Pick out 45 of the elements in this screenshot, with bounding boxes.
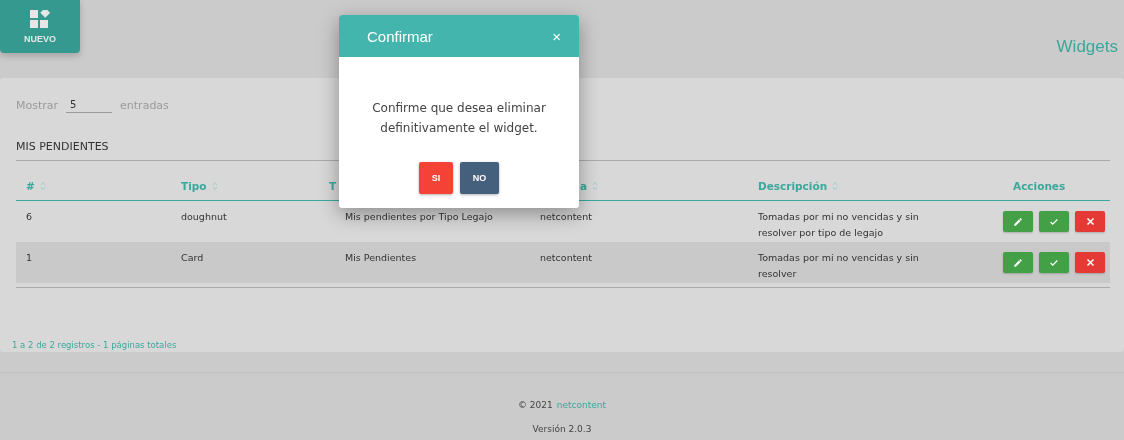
- edit-button[interactable]: [1003, 211, 1033, 232]
- version-text: Versión 2.0.3: [532, 424, 592, 434]
- entries-label: entradas: [120, 98, 169, 112]
- sort-icon: [832, 181, 839, 191]
- delete-button[interactable]: [1075, 211, 1105, 232]
- edit-button[interactable]: [1003, 252, 1033, 273]
- table-cell-text: netcontent: [539, 210, 593, 224]
- table-cell: 1: [16, 242, 171, 283]
- dialog-title: Confirmar: [367, 27, 433, 45]
- table-cell: Card: [171, 242, 329, 283]
- sort-icon: [39, 181, 46, 191]
- confirm-button[interactable]: [1039, 211, 1069, 232]
- pencil-icon: [1013, 216, 1023, 227]
- column-header[interactable]: Descripción: [748, 161, 1003, 201]
- table-cell: Tomadas por mi no vencidas y sin resolver: [748, 242, 1003, 283]
- table-cell: Mis Pendientes: [329, 242, 530, 283]
- no-button[interactable]: NO: [460, 162, 499, 194]
- column-header[interactable]: #: [16, 161, 171, 201]
- sort-icon: [211, 181, 218, 191]
- new-button[interactable]: NUEVO: [0, 0, 80, 53]
- delete-button[interactable]: [1075, 252, 1105, 273]
- close-button[interactable]: ×: [552, 27, 561, 45]
- table-cell-text: doughnut: [180, 210, 228, 224]
- pencil-icon: [1013, 257, 1023, 268]
- copyright-text: © 2021: [518, 400, 553, 410]
- column-header[interactable]: Tipo: [171, 161, 329, 201]
- table-cell-text: Tomadas por mi no vencidas y sin resolver por tipo de legajo: [757, 210, 920, 240]
- page-title: Widgets: [1056, 37, 1118, 57]
- close-icon: [1085, 258, 1095, 267]
- pagination-info: 1 a 2 de 2 registros - 1 páginas totales: [12, 340, 177, 350]
- close-icon: [1085, 217, 1095, 226]
- check-icon: [1049, 257, 1059, 268]
- dialog-message: Confirme que desea eliminar definitivamente el widget.: [371, 100, 547, 137]
- company-link[interactable]: netcontent: [556, 400, 606, 410]
- yes-button[interactable]: SI: [419, 162, 453, 194]
- table-cell-text: Mis pendientes por Tipo Legajo: [344, 210, 494, 224]
- check-icon: [1049, 216, 1059, 227]
- column-header: Acciones: [1003, 161, 1110, 201]
- show-label: Mostrar: [16, 98, 59, 112]
- table-cell-text: 6: [25, 210, 34, 224]
- table-cell: netcontent: [530, 242, 748, 283]
- confirm-button[interactable]: [1039, 252, 1069, 273]
- entries-field[interactable]: 5: [66, 97, 113, 113]
- sort-icon: [592, 181, 599, 191]
- widgets-icon: [30, 9, 50, 28]
